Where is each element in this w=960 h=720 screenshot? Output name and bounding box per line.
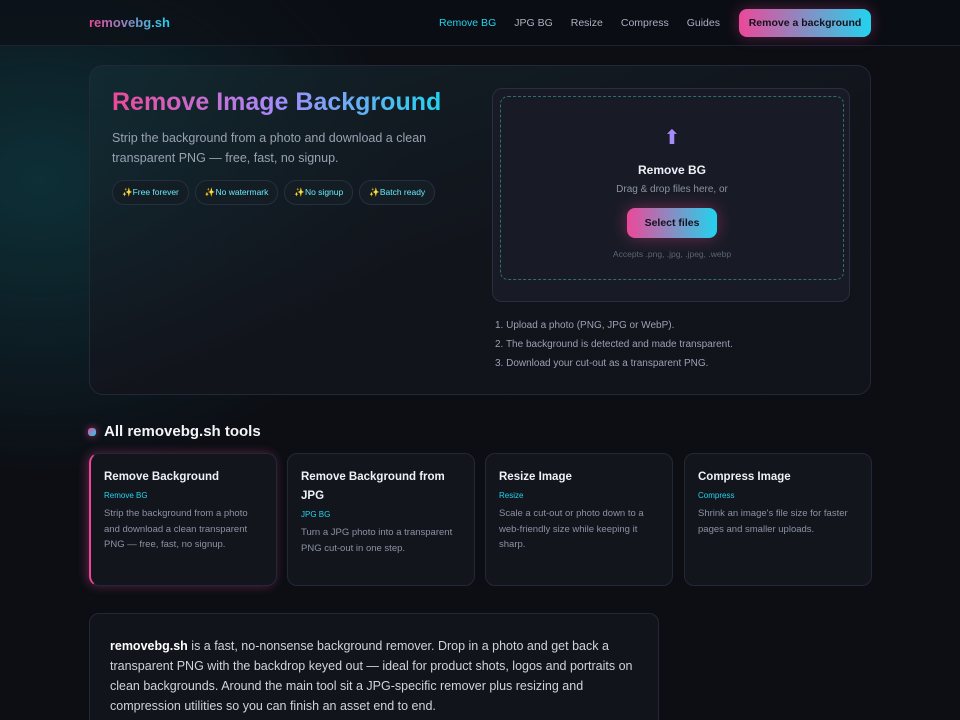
badge-no-watermark: ✨No watermark	[194, 180, 279, 205]
tool-card-tag: Remove BG	[104, 491, 148, 500]
about-text: removebg.sh is a fast, no-nonsense backg…	[110, 636, 638, 716]
upload-panel: ⬆ Remove BG Drag & drop files here, or S…	[492, 88, 850, 302]
dropzone-subtitle: Drag & drop files here, or	[616, 184, 728, 195]
about-card: removebg.sh is a fast, no-nonsense backg…	[89, 613, 659, 720]
remove-background-cta-button[interactable]: Remove a background	[739, 9, 871, 37]
step-item: 1. Upload a photo (PNG, JPG or WebP).	[495, 320, 675, 331]
feature-badges: ✨Free forever ✨No watermark ✨No signup ✨…	[112, 180, 436, 205]
section-dot-icon	[88, 427, 96, 436]
tool-card-remove-background-jpg[interactable]: Remove Background from JPG JPG BG Turn a…	[287, 453, 475, 586]
top-nav: removebg.sh Remove BG JPG BG Resize Comp…	[0, 0, 960, 46]
select-files-button[interactable]: Select files	[627, 208, 717, 238]
tools-section-header: All removebg.sh tools	[88, 423, 261, 440]
tool-card-compress-image[interactable]: Compress Image Compress Shrink an image'…	[684, 453, 872, 586]
nav-link-guides[interactable]: Guides	[687, 17, 720, 29]
nav-link-jpg-bg[interactable]: JPG BG	[514, 17, 553, 29]
nav-link-resize[interactable]: Resize	[571, 17, 603, 29]
tool-card-title: Resize Image	[499, 471, 572, 483]
how-it-works-steps: 1. Upload a photo (PNG, JPG or WebP). 2.…	[495, 316, 733, 373]
step-item: 2. The background is detected and made t…	[495, 339, 733, 350]
tool-card-remove-background[interactable]: Remove Background Remove BG Strip the ba…	[89, 453, 277, 586]
tool-card-tag: Resize	[499, 491, 524, 500]
page-title: Remove Image Background	[112, 88, 442, 116]
hero-subtitle: Strip the background from a photo and do…	[112, 131, 427, 165]
hero-card: Remove Image Background Strip the backgr…	[89, 65, 871, 395]
tool-card-tag: Compress	[698, 491, 735, 500]
tool-card-title: Remove Background	[104, 471, 220, 483]
tool-card-resize-image[interactable]: Resize Image Resize Scale a cut-out or p…	[485, 453, 673, 586]
tool-card-description: Strip the background from a photo and do…	[104, 508, 248, 550]
badge-no-signup: ✨No signup	[284, 180, 354, 205]
tool-card-description: Shrink an image's file size for faster p…	[698, 508, 848, 535]
dropzone-title: Remove BG	[637, 163, 707, 177]
upload-arrow-icon: ⬆	[663, 127, 681, 149]
step-item: 3. Download your cut-out as a transparen…	[495, 358, 709, 369]
nav-link-compress[interactable]: Compress	[621, 17, 669, 29]
tool-card-tag: JPG BG	[301, 510, 331, 519]
about-brand: removebg.sh	[110, 639, 188, 653]
nav-links: Remove BG JPG BG Resize Compress Guides	[439, 17, 720, 29]
nav-link-remove-bg[interactable]: Remove BG	[439, 17, 496, 29]
tool-card-title: Remove Background from JPG	[301, 471, 445, 502]
about-body: is a fast, no-nonsense background remove…	[110, 639, 633, 713]
badge-free-forever: ✨Free forever	[112, 180, 189, 205]
tool-card-title: Compress Image	[698, 471, 791, 483]
badge-batch-ready: ✨Batch ready	[359, 180, 436, 205]
tools-section-title: All removebg.sh tools	[104, 423, 261, 440]
file-dropzone[interactable]: ⬆ Remove BG Drag & drop files here, or S…	[500, 96, 844, 280]
accepted-formats-note: Accepts .png, .jpg, .jpeg, .webp	[612, 249, 732, 259]
site-logo[interactable]: removebg.sh	[89, 15, 170, 30]
tool-card-description: Turn a JPG photo into a transparent PNG …	[301, 527, 453, 554]
tool-card-description: Scale a cut-out or photo down to a web-f…	[499, 508, 644, 550]
